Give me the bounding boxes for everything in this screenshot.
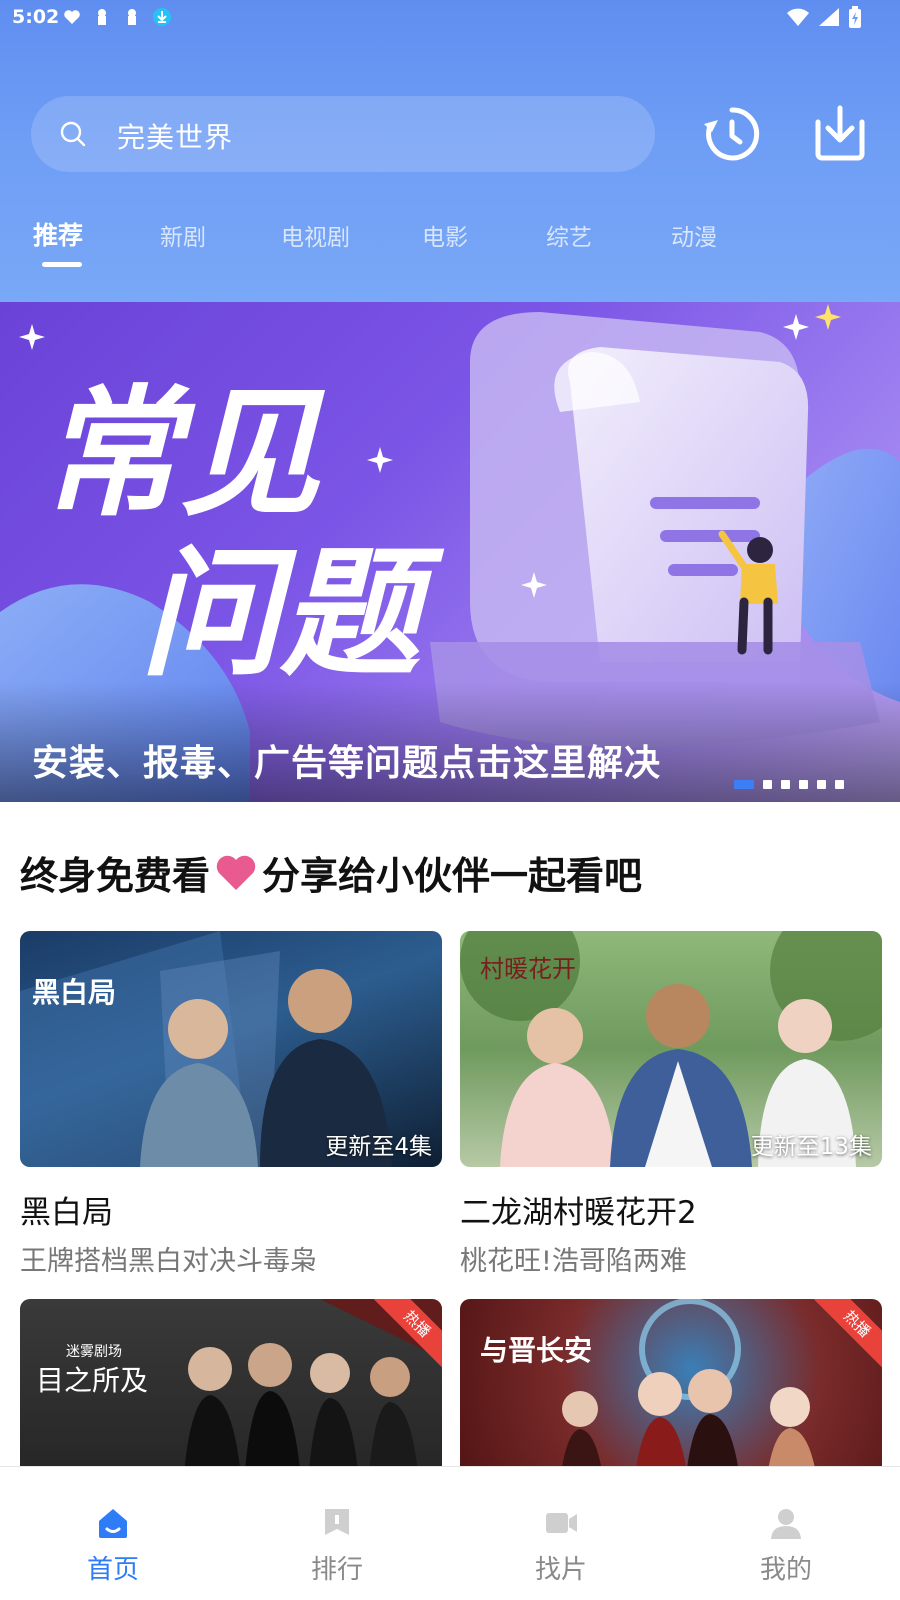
poster-title-text: 与晋长安: [480, 1334, 593, 1367]
nav-mine[interactable]: 我的: [711, 1467, 861, 1600]
banner-headline-1: 常见: [40, 373, 326, 536]
video-card-heibaiju[interactable]: 黑白局 更新至4集 黑白局 王牌搭档黑白对决斗毒枭: [20, 931, 442, 1277]
status-notification-icons: [62, 7, 172, 27]
nav-home-label: 首页: [86, 1555, 139, 1585]
bottom-navigation: 首页 排行 找片 我的: [0, 1466, 900, 1600]
nav-find[interactable]: 找片: [486, 1467, 636, 1600]
section-title-right: 分享给小伙伴一起看吧: [262, 854, 643, 898]
search-text: 完美世界: [117, 121, 234, 154]
search-input[interactable]: 完美世界: [31, 96, 655, 172]
nav-ranking[interactable]: 排行: [262, 1467, 412, 1600]
tab-variety[interactable]: 综艺: [546, 218, 592, 252]
wifi-icon: [787, 8, 809, 26]
download-icon[interactable]: [808, 102, 872, 166]
nav-home[interactable]: 首页: [38, 1467, 188, 1600]
carousel-dot: [763, 780, 772, 789]
app-root: 5:02 完美世界 推荐 新剧 电视剧 电影 综艺 动漫 常见 问题 安装、报毒…: [0, 0, 900, 1600]
active-tab-indicator: [42, 262, 82, 267]
home-icon: [99, 1509, 127, 1538]
nav-ranking-label: 排行: [310, 1555, 363, 1585]
heart-icon: [216, 855, 256, 890]
card-title: 二龙湖村暖花开2: [460, 1195, 697, 1231]
carousel-indicator: [734, 780, 844, 789]
nav-mine-label: 我的: [759, 1555, 812, 1585]
battery-icon: [849, 6, 861, 28]
keyhole-notification-icon: [98, 9, 106, 25]
header: 5:02 完美世界 推荐 新剧 电视剧 电影 综艺 动漫: [0, 0, 900, 302]
history-icon[interactable]: [700, 102, 764, 166]
ranking-icon: [325, 1509, 349, 1535]
card-title: 黑白局: [20, 1195, 113, 1231]
banner-carousel[interactable]: 常见 问题 安装、报毒、广告等问题点击这里解决: [0, 302, 900, 802]
carousel-dot: [817, 780, 826, 789]
video-camera-icon: [546, 1513, 577, 1533]
tab-tv-series[interactable]: 电视剧: [281, 218, 350, 252]
update-badge: 更新至13集: [750, 1134, 872, 1160]
search-icon: [60, 121, 86, 147]
poster-title-text: 目之所及: [36, 1364, 149, 1397]
download-notification-icon: [153, 8, 171, 26]
update-badge: 更新至4集: [325, 1134, 432, 1160]
status-bar: 5:02: [0, 0, 900, 38]
poster: 黑白局 更新至4集: [20, 931, 442, 1167]
card-description: 王牌搭档黑白对决斗毒枭: [20, 1246, 317, 1277]
status-system-icons: [786, 6, 862, 28]
carousel-dot: [799, 780, 808, 789]
heart-notification-icon: [64, 10, 80, 24]
video-card-erlonghu[interactable]: 村暖花开 更新至13集 二龙湖村暖花开2 桃花旺!浩哥陷两难: [460, 931, 882, 1277]
section-title: 终身免费看 分享给小伙伴一起看吧: [20, 845, 642, 900]
poster-title-text: 黑白局: [32, 976, 117, 1009]
tab-anime[interactable]: 动漫: [671, 218, 717, 252]
carousel-dot: [734, 780, 754, 789]
poster-brand: 迷雾剧场: [66, 1344, 122, 1360]
signal-icon: [819, 8, 839, 26]
poster: 村暖花开 更新至13集: [460, 931, 882, 1167]
tab-movie[interactable]: 电影: [422, 218, 468, 252]
section-title-left: 终身免费看: [20, 854, 211, 898]
carousel-dot: [781, 780, 790, 789]
poster-title-text: 村暖花开: [480, 955, 576, 983]
banner-illustration: 常见 问题: [0, 304, 900, 802]
tab-recommend[interactable]: 推荐: [33, 216, 83, 252]
card-description: 桃花旺!浩哥陷两难: [460, 1246, 687, 1277]
carousel-dot: [835, 780, 844, 789]
banner-caption: 安装、报毒、广告等问题点击这里解决: [32, 743, 662, 784]
status-time: 5:02: [12, 6, 60, 28]
category-tabs: 推荐 新剧 电视剧 电影 综艺 动漫: [0, 212, 900, 272]
nav-find-label: 找片: [534, 1555, 587, 1585]
tab-new-drama[interactable]: 新剧: [160, 218, 206, 252]
banner-headline-2: 问题: [140, 533, 445, 696]
user-icon: [771, 1509, 801, 1539]
keyhole-notification-icon-2: [128, 9, 136, 25]
